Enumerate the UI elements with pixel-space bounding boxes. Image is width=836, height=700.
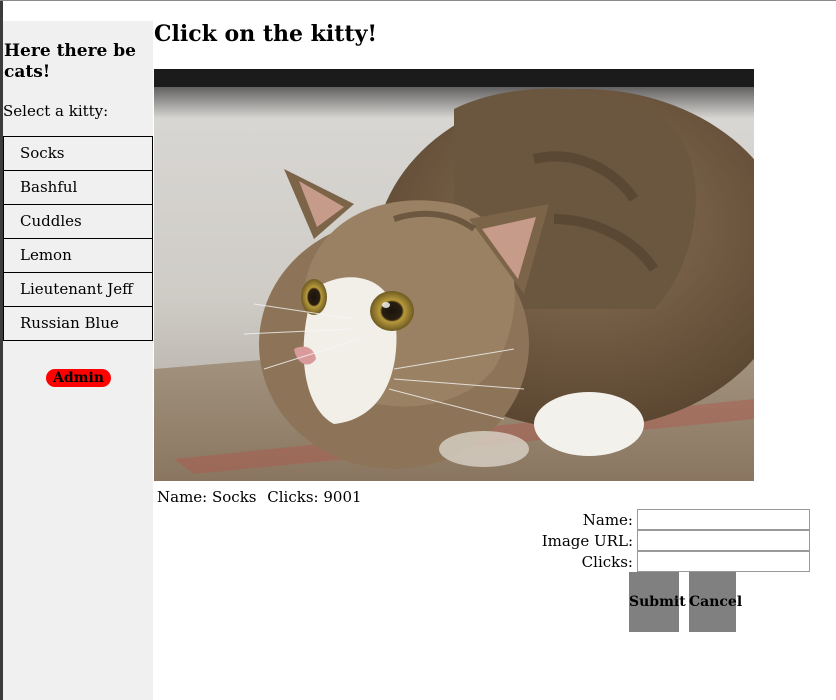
sidebar: Here there be cats! Select a kitty: Sock… <box>3 21 153 700</box>
cat-name-text: Name: Socks <box>157 488 257 506</box>
cat-clicks-text: Clicks: 9001 <box>267 488 362 506</box>
select-prompt: Select a kitty: <box>3 102 109 120</box>
clicks-row: Clicks: <box>520 551 810 572</box>
sidebar-heading: Here there be cats! <box>4 41 136 82</box>
clicks-label: Clicks: <box>581 552 633 571</box>
tabby-cat-photo-icon <box>154 69 754 481</box>
kitty-list: Socks Bashful Cuddles Lemon Lieutenant J… <box>3 136 153 341</box>
kitty-item-lemon[interactable]: Lemon <box>3 238 153 273</box>
image-url-input[interactable] <box>637 530 810 551</box>
cat-info: Name: Socks Clicks: 9001 <box>157 488 362 506</box>
name-input[interactable] <box>637 509 810 530</box>
submit-button[interactable]: Submit <box>629 572 686 632</box>
kitty-item-lieutenant-jeff[interactable]: Lieutenant Jeff <box>3 272 153 307</box>
page-title: Click on the kitty! <box>154 21 378 47</box>
kitty-item-russian-blue[interactable]: Russian Blue <box>3 306 153 341</box>
name-label: Name: <box>582 510 633 529</box>
cat-image[interactable] <box>154 69 754 481</box>
app-frame: Here there be cats! Select a kitty: Sock… <box>0 0 836 700</box>
name-row: Name: <box>520 509 810 530</box>
clicks-input[interactable] <box>637 551 810 572</box>
cancel-button[interactable]: Cancel <box>689 572 742 632</box>
kitty-item-bashful[interactable]: Bashful <box>3 170 153 205</box>
admin-button[interactable]: Admin <box>46 369 111 387</box>
image-url-row: Image URL: <box>520 530 810 551</box>
admin-form: Name: Image URL: Clicks: <box>520 509 810 572</box>
kitty-item-socks[interactable]: Socks <box>3 136 153 171</box>
kitty-item-cuddles[interactable]: Cuddles <box>3 204 153 239</box>
image-url-label: Image URL: <box>541 531 633 550</box>
